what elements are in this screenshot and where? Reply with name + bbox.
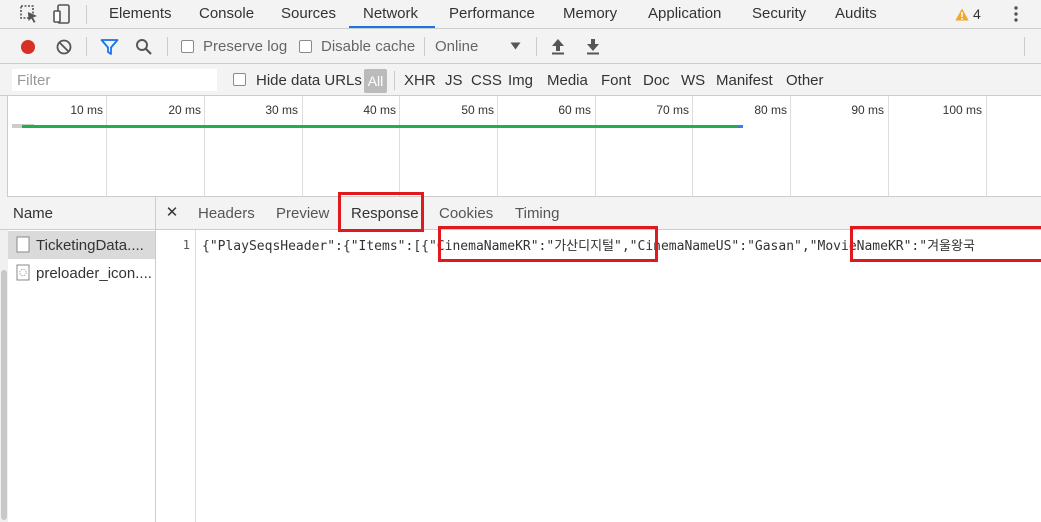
image-file-icon	[16, 264, 30, 281]
throttling-value: Online	[435, 38, 479, 55]
hide-data-urls-checkbox[interactable]	[233, 73, 246, 86]
devtools-tab-bar: Elements Console Sources Network Perform…	[0, 0, 1041, 29]
timeline-gridline	[595, 96, 596, 196]
network-toolbar: Preserve log Disable cache Online	[0, 29, 1041, 64]
timeline-download-bar	[737, 125, 743, 128]
filter-type-doc[interactable]: Doc	[643, 72, 670, 89]
name-column-header[interactable]: Name	[0, 197, 155, 230]
timeline-tick: 40 ms	[363, 103, 396, 117]
toolbar-divider	[167, 37, 168, 56]
tab-console[interactable]: Console	[199, 0, 254, 28]
response-segment: {"PlaySeqsHeader":{"Items":[{	[202, 239, 429, 254]
tab-sources[interactable]: Sources	[281, 0, 336, 28]
timeline-gridline	[790, 96, 791, 196]
filter-input[interactable]	[12, 69, 217, 91]
timeline-tick: 90 ms	[851, 103, 884, 117]
toolbar-divider	[394, 71, 395, 90]
hide-data-urls-label: Hide data URLs	[256, 72, 362, 89]
more-options-icon[interactable]	[1010, 4, 1022, 24]
filter-type-font[interactable]: Font	[601, 72, 631, 89]
toolbar-divider	[536, 37, 537, 56]
timeline-tick: 70 ms	[656, 103, 689, 117]
request-list: Name TicketingData.... preloader_icon...…	[0, 197, 156, 522]
filter-type-media[interactable]: Media	[547, 72, 588, 89]
highlight-cinema-name-kr	[438, 226, 658, 262]
timeline-gridline	[399, 96, 400, 196]
filter-type-ws[interactable]: WS	[681, 72, 705, 89]
timeline-tick: 50 ms	[461, 103, 494, 117]
tab-timing[interactable]: Timing	[515, 205, 559, 222]
filter-type-all[interactable]: All	[364, 69, 387, 93]
toolbar-divider	[1024, 37, 1025, 56]
tab-memory[interactable]: Memory	[563, 0, 617, 28]
timeline-tick: 10 ms	[70, 103, 103, 117]
timeline-gridline	[986, 96, 987, 196]
timeline-tick: 20 ms	[168, 103, 201, 117]
warning-count: 4	[973, 6, 981, 22]
toolbar-divider	[86, 5, 87, 24]
network-overview-timeline[interactable]: 10 ms 20 ms 30 ms 40 ms 50 ms 60 ms 70 m…	[0, 96, 1041, 197]
toolbar-divider	[424, 37, 425, 56]
device-toolbar-icon[interactable]	[51, 3, 73, 25]
filter-type-xhr[interactable]: XHR	[404, 72, 436, 89]
filter-type-other[interactable]: Other	[786, 72, 824, 89]
request-name: TicketingData....	[36, 237, 144, 254]
filter-type-js[interactable]: JS	[445, 72, 463, 89]
request-row[interactable]: preloader_icon....	[8, 259, 155, 287]
filter-type-css[interactable]: CSS	[471, 72, 502, 89]
filter-type-manifest[interactable]: Manifest	[716, 72, 773, 89]
disable-cache-checkbox[interactable]	[299, 40, 312, 53]
name-column-label: Name	[13, 205, 54, 222]
export-har-icon[interactable]	[585, 38, 601, 55]
import-har-icon[interactable]	[550, 38, 566, 55]
filter-bar: Hide data URLs XHR JS CSS Img Media Font…	[0, 64, 1041, 96]
timeline-gridline	[106, 96, 107, 196]
search-icon[interactable]	[135, 38, 153, 56]
disable-cache-label: Disable cache	[321, 38, 416, 55]
warning-icon	[955, 8, 969, 20]
highlight-movie-name-kr	[850, 226, 1041, 262]
tab-headers[interactable]: Headers	[198, 205, 255, 222]
request-row[interactable]: TicketingData....	[8, 231, 155, 259]
tab-cookies[interactable]: Cookies	[439, 205, 493, 222]
line-number-gutter: 1	[156, 230, 196, 522]
request-name: preloader_icon....	[36, 265, 152, 282]
tab-performance[interactable]: Performance	[449, 0, 535, 28]
record-icon[interactable]	[19, 38, 37, 56]
tab-application[interactable]: Application	[648, 0, 721, 28]
inspect-element-icon[interactable]	[18, 3, 40, 25]
chevron-down-icon	[510, 42, 521, 50]
timeline-tick: 100 ms	[942, 103, 982, 117]
highlight-response-tab	[338, 192, 424, 232]
timeline-tick: 30 ms	[265, 103, 298, 117]
throttling-select[interactable]: Online	[433, 34, 528, 59]
preserve-log-label: Preserve log	[203, 38, 288, 55]
tab-preview[interactable]: Preview	[276, 205, 329, 222]
timeline-gridline	[692, 96, 693, 196]
scrollbar-thumb[interactable]	[1, 270, 7, 520]
tab-network[interactable]: Network	[349, 0, 435, 28]
timeline-gridline	[204, 96, 205, 196]
warnings-counter[interactable]: 4	[955, 4, 981, 24]
document-file-icon	[16, 236, 30, 253]
toolbar-divider	[86, 37, 87, 56]
close-detail-icon[interactable]: ✕	[164, 203, 180, 221]
filter-icon[interactable]	[100, 38, 119, 56]
clear-icon[interactable]	[55, 38, 73, 56]
timeline-tick: 80 ms	[754, 103, 787, 117]
timeline-tick: 60 ms	[558, 103, 591, 117]
timeline-left-strip	[0, 96, 8, 197]
timeline-gridline	[888, 96, 889, 196]
request-list-scrollbar[interactable]	[0, 230, 8, 522]
timeline-gridline	[302, 96, 303, 196]
line-number: 1	[182, 238, 190, 252]
timeline-request-bar	[22, 125, 740, 128]
tab-audits[interactable]: Audits	[835, 0, 877, 28]
tab-elements[interactable]: Elements	[109, 0, 172, 28]
tab-security[interactable]: Security	[752, 0, 806, 28]
filter-type-img[interactable]: Img	[508, 72, 533, 89]
timeline-gridline	[497, 96, 498, 196]
preserve-log-checkbox[interactable]	[181, 40, 194, 53]
